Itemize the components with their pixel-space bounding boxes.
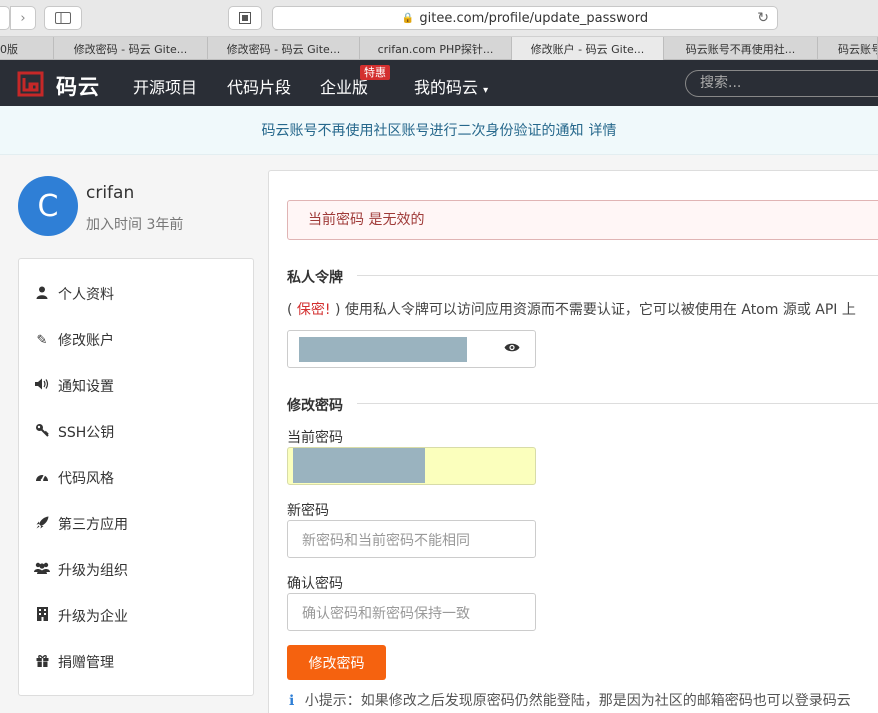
notice-text: 码云账号不再使用社区账号进行二次身份验证的通知 [261,123,584,139]
token-redaction-mask [299,337,467,362]
building-icon [33,607,51,625]
sidebar-item-profile[interactable]: 个人资料 [33,282,243,306]
users-icon [33,562,51,578]
sidebar-item-label: 通知设置 [58,379,114,395]
browser-tab[interactable]: 修改密码 - 码云 Gite... [208,37,360,60]
browser-tab[interactable]: crifan.com PHP探针... [360,37,512,60]
sidebar-item-label: 捐赠管理 [58,655,114,671]
join-time: 加入时间 3年前 [86,217,184,233]
url-text: gitee.com/profile/update_password [419,10,649,26]
notice-details-link[interactable]: 详情 [589,120,617,140]
nav-my-gitee-label: 我的码云 [414,78,479,97]
nav-snippets[interactable]: 代码片段 [227,74,291,98]
reader-view-button[interactable] [228,6,262,30]
address-bar[interactable]: 🔒 gitee.com/profile/update_password ↻ [272,6,778,30]
reader-icon [239,12,251,24]
nav-my-gitee[interactable]: 我的码云 ▾ [414,74,488,98]
avatar[interactable]: C [18,176,78,236]
main-panel [268,170,878,713]
browser-tab-active[interactable]: 修改账户 - 码云 Gite... [512,37,664,60]
confirm-password-label: 确认密码 [287,576,343,592]
sidebar-item-label: 升级为组织 [58,563,128,579]
chevron-right-icon: › [20,10,26,26]
tip-text: 小提示：如果修改之后发现原密码仍然能登陆，那是因为社区的邮箱密码也可以登录码云 [304,693,851,709]
sidebar-item-notifications[interactable]: 通知设置 [33,374,243,398]
password-redaction-mask [293,448,425,483]
forward-button[interactable]: › [10,6,36,30]
confirm-password-placeholder: 确认密码和新密码保持一致 [302,606,470,622]
token-section-title: 私人令牌 [287,270,343,286]
pencil-icon: ✎ [36,332,48,348]
browser-tab[interactable]: 0版 [0,37,54,60]
promo-badge: 特惠 [360,65,390,80]
nav-open-source[interactable]: 开源项目 [133,74,197,98]
sidebar-item-donations[interactable]: 捐赠管理 [33,650,243,674]
browser-tab[interactable]: 码云账号 [818,37,878,60]
change-password-button[interactable]: 修改密码 [287,645,386,680]
sidebar-item-label: 修改账户 [58,333,114,349]
sidebar-item-third-party-apps[interactable]: 第三方应用 [33,512,243,536]
password-section-title: 修改密码 [287,398,343,414]
gift-icon [33,654,51,671]
section-divider [357,275,878,276]
rocket-icon [33,516,51,533]
lock-icon: 🔒 [401,12,415,24]
reload-icon[interactable]: ↻ [757,10,769,26]
sidebar-item-upgrade-enterprise[interactable]: 升级为企业 [33,604,243,628]
browser-tab[interactable]: 修改密码 - 码云 Gite... [54,37,208,60]
notice-banner: 码云账号不再使用社区账号进行二次身份验证的通知 详情 [0,106,878,155]
new-password-label: 新密码 [287,503,329,519]
browser-tab[interactable]: 码云账号不再使用社... [664,37,818,60]
info-icon: ℹ [289,693,295,709]
token-description: ( 保密! ) 使用私人令牌可以访问应用资源而不需要认证，它可以被使用在 Ato… [287,299,856,319]
sidebar-item-ssh-keys[interactable]: SSH公钥 [33,420,243,444]
error-message: 当前密码 是无效的 [287,200,878,240]
sidebar-item-label: 升级为企业 [58,609,128,625]
token-description-text: ) 使用私人令牌可以访问应用资源而不需要认证，它可以被使用在 Atom 源或 A… [335,302,856,318]
dashboard-icon [33,470,51,486]
secret-label: 保密! [296,302,331,318]
volume-icon [33,378,51,394]
section-divider [357,403,878,404]
user-icon [33,286,51,303]
gitee-logo-icon[interactable] [17,71,44,97]
search-input[interactable]: 搜索... [685,70,878,97]
sidebar-item-account[interactable]: ✎ 修改账户 [33,328,243,352]
sidebar-icon [55,12,71,24]
tab-strip: 0版 修改密码 - 码云 Gite... 修改密码 - 码云 Gite... c… [0,37,878,60]
sidebar-item-code-style[interactable]: 代码风格 [33,466,243,490]
paren-open: ( [287,302,293,318]
sidebar-item-label: SSH公钥 [58,425,115,441]
brand-name[interactable]: 码云 [56,71,100,101]
browser-toolbar: › 🔒 gitee.com/profile/update_password ↻ [0,0,878,37]
caret-down-icon: ▾ [483,85,489,96]
username[interactable]: crifan [86,183,134,203]
settings-sidebar: 个人资料 ✎ 修改账户 通知设置 SSH公钥 代码风格 第三方应用 升级为组织 [18,258,254,696]
sidebar-item-upgrade-org[interactable]: 升级为组织 [33,558,243,582]
eye-icon[interactable] [504,339,520,357]
sidebar-item-label: 代码风格 [58,471,114,487]
current-password-label: 当前密码 [287,430,343,446]
back-button[interactable] [0,6,10,30]
sidebar-item-label: 个人资料 [58,287,114,303]
new-password-placeholder: 新密码和当前密码不能相同 [302,533,470,549]
sidebar-toggle-button[interactable] [44,6,82,30]
tip-message: ℹ 小提示：如果修改之后发现原密码仍然能登陆，那是因为社区的邮箱密码也可以登录码… [289,690,851,710]
key-icon [33,423,51,441]
sidebar-item-label: 第三方应用 [58,517,128,533]
